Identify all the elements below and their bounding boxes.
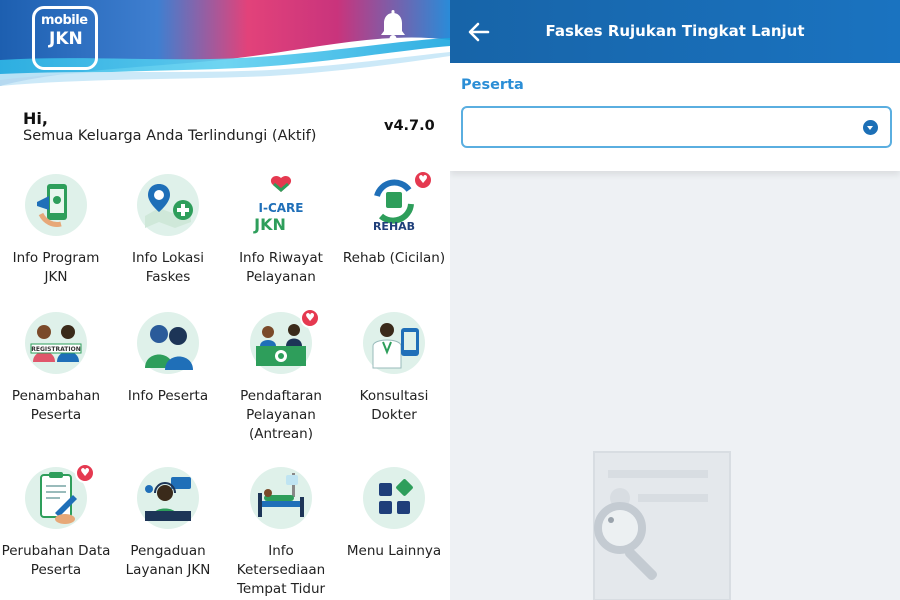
menu-info-ketersediaan-tempat-tidur[interactable]: Info Ketersediaan Tempat Tidur bbox=[225, 467, 337, 599]
icare-jkn-icon: I-CARE JKN bbox=[250, 174, 312, 236]
participants-icon bbox=[137, 312, 199, 374]
peserta-label: Peserta bbox=[461, 77, 524, 93]
menu-konsultasi-dokter[interactable]: Konsultasi Dokter bbox=[338, 312, 450, 425]
menu-label: Info Lokasi Faskes bbox=[131, 250, 205, 285]
hero-banner: mobile JKN bbox=[0, 0, 450, 92]
menu-label: Info Peserta bbox=[127, 388, 209, 404]
menu-info-lokasi-faskes[interactable]: Info Lokasi Faskes bbox=[112, 174, 224, 287]
menu-rehab-cicilan[interactable]: REHAB Rehab (Cicilan) bbox=[338, 170, 450, 268]
logo-line1: mobile bbox=[41, 13, 88, 28]
doctor-icon bbox=[363, 312, 425, 374]
svg-text:JKN: JKN bbox=[253, 215, 286, 234]
menu-label: Penambahan Peserta bbox=[11, 388, 101, 423]
menu-label: Menu Lainnya bbox=[346, 543, 442, 559]
menu-label: Pengaduan Layanan JKN bbox=[125, 543, 211, 578]
peserta-select[interactable] bbox=[461, 106, 892, 148]
app-version: v4.7.0 bbox=[384, 118, 435, 134]
app-screens: mobile JKN Hi, Semua Keluarga Anda Terli… bbox=[0, 0, 900, 600]
queue-desk-icon bbox=[250, 308, 320, 374]
menu-perubahan-data-peserta[interactable]: Perubahan Data Peserta bbox=[0, 463, 112, 580]
rehab-icon: REHAB bbox=[363, 170, 433, 236]
home-screen: mobile JKN Hi, Semua Keluarga Anda Terli… bbox=[0, 0, 450, 600]
registration-icon: REGISTRATION bbox=[25, 312, 87, 374]
page-title: Faskes Rujukan Tingkat Lanjut bbox=[545, 22, 805, 40]
hospital-bed-icon bbox=[250, 467, 312, 529]
greeting: Hi, bbox=[23, 109, 48, 128]
menu-label: Pendaftaran Pelayanan (Antrean) bbox=[240, 388, 322, 442]
app-bar: Faskes Rujukan Tingkat Lanjut bbox=[450, 0, 900, 63]
menu-label: Info Riwayat Pelayanan bbox=[239, 250, 323, 285]
heart-badge-icon bbox=[413, 170, 433, 190]
membership-status: Semua Keluarga Anda Terlindungi (Aktif) bbox=[23, 128, 317, 144]
heart-badge-icon bbox=[75, 463, 95, 483]
svg-text:REGISTRATION: REGISTRATION bbox=[31, 346, 81, 353]
menu-label: Info Ketersediaan Tempat Tidur bbox=[236, 543, 326, 597]
menu-label: Rehab (Cicilan) bbox=[342, 250, 446, 266]
call-center-icon bbox=[137, 467, 199, 529]
menu-penambahan-peserta[interactable]: REGISTRATION Penambahan Peserta bbox=[0, 312, 112, 425]
menu-info-program-jkn[interactable]: Info Program JKN bbox=[0, 174, 112, 287]
logo-line2: JKN bbox=[49, 29, 83, 49]
menu-pengaduan-layanan-jkn[interactable]: Pengaduan Layanan JKN bbox=[112, 467, 224, 580]
filter-card: Peserta bbox=[450, 63, 900, 171]
svg-text:REHAB: REHAB bbox=[373, 220, 415, 233]
clipboard-edit-icon bbox=[25, 463, 95, 529]
menu-label: Konsultasi Dokter bbox=[359, 388, 429, 423]
mobile-jkn-logo: mobile JKN bbox=[32, 6, 98, 70]
menu-label: Info Program JKN bbox=[12, 250, 100, 285]
grid-menu-icon bbox=[363, 467, 425, 529]
heart-badge-icon bbox=[300, 308, 320, 328]
menu-pendaftaran-pelayanan[interactable]: Pendaftaran Pelayanan (Antrean) bbox=[225, 308, 337, 444]
referral-screen: Faskes Rujukan Tingkat Lanjut Peserta bbox=[450, 0, 900, 600]
chevron-down-icon bbox=[863, 120, 878, 135]
svg-text:I-CARE: I-CARE bbox=[259, 201, 304, 215]
menu-label: Perubahan Data Peserta bbox=[1, 543, 111, 578]
menu-info-riwayat-pelayanan[interactable]: I-CARE JKN Info Riwayat Pelayanan bbox=[225, 174, 337, 287]
bell-icon[interactable] bbox=[378, 10, 408, 44]
menu-lainnya[interactable]: Menu Lainnya bbox=[338, 467, 450, 561]
empty-search-illustration-icon bbox=[593, 451, 731, 600]
map-pin-icon bbox=[137, 174, 199, 236]
phone-megaphone-icon bbox=[25, 174, 87, 236]
menu-info-peserta[interactable]: Info Peserta bbox=[112, 312, 224, 406]
